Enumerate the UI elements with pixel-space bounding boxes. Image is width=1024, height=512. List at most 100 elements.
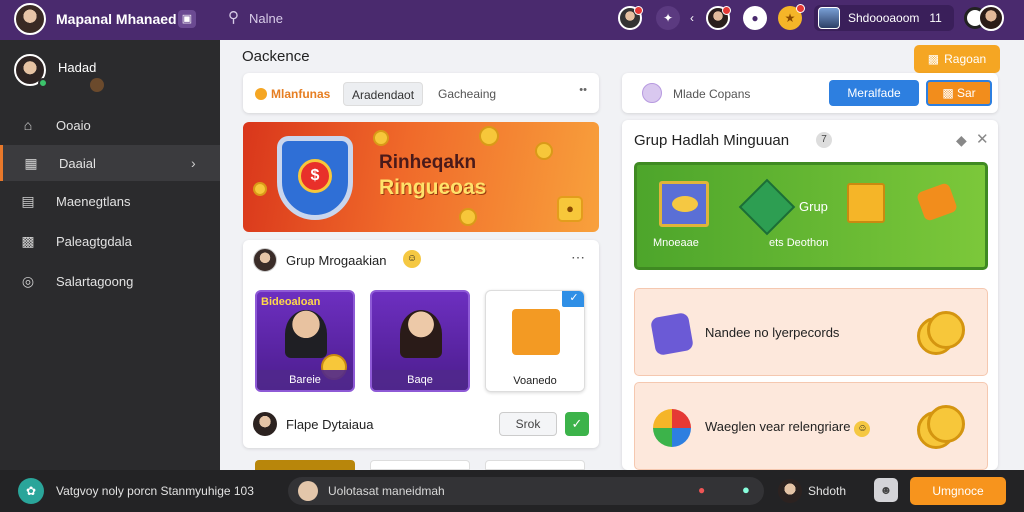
coin-icon [535,142,553,160]
tile-heading: Bideoaloan [261,296,321,308]
online-status-icon [38,78,48,88]
bottom-bar: ✿ Vatgvoy noly porcn Stanmyuhige 103 Uol… [0,470,1024,512]
notification-avatar-icon[interactable] [618,6,643,30]
sidebar-item-documents[interactable]: ▤ Maenegtlans [0,183,220,219]
group-avatar [253,248,277,272]
promo-item[interactable]: Nandee no lyerpecords [634,288,988,376]
coin-icon [255,88,267,100]
secondary-button[interactable]: ▩ Sar [926,80,992,106]
coin-icon [253,182,267,196]
settings-icon[interactable]: ✦ [656,6,680,30]
row-action-button[interactable]: Srok [499,412,557,436]
more-icon[interactable]: •• [579,84,587,96]
banner-caption: Mnoeaae [653,237,699,249]
coins-icon [917,311,967,355]
promo-banner[interactable]: $ Rinheqakn Ringueoas ● [243,122,599,232]
home-icon: ⌂ [23,117,33,133]
dollar-coin-icon: $ [298,159,332,193]
page-title: Oackence [242,48,310,65]
gift-icon [847,183,885,223]
profile-count: 11 [929,11,942,25]
promo-item[interactable]: Waeglen vear relengriare ☺ [634,382,988,470]
member-photo [285,310,327,358]
account-avatar[interactable] [964,5,1004,33]
tile-caption: Voanedo [486,371,584,391]
tab-plain[interactable]: Gacheaing [430,82,504,106]
promo-label: Nandee no lyerpecords [705,325,840,340]
gift-box-icon [512,309,560,355]
wallet-icon[interactable]: ● [557,196,583,222]
message-input[interactable]: Uolotasat maneidmah ● ● [288,477,764,505]
tab-label: Mlanfunas [271,87,331,101]
copy-icon [642,83,662,103]
chevron-right-icon: › [191,155,196,171]
group-title: Grup Mrogaakian [286,253,387,268]
mention-icon[interactable]: ● [698,483,705,497]
sidebar-item-settings[interactable]: ◎ Salartagoong [0,263,220,299]
chat-icon[interactable]: ● [743,6,767,30]
smile-emoji-icon: ☺ [854,421,871,437]
close-icon[interactable]: ✕ [976,130,989,148]
notification-dot [722,6,731,15]
coin-icon [373,130,389,146]
right-toolbar: Mlade Copans Meralfade ▩ Sar [622,73,998,113]
sidebar-item-label: Maenegtlans [56,193,131,209]
status-text: Vatgvoy noly porcn Stanmyuhige 103 [56,484,254,498]
info-icon[interactable]: 7 [816,132,832,148]
input-avatar [298,481,318,501]
top-bar: Mapanal Mhanaed ▣ ⚲ Nalne ✦ ‹ ● ★ Shdooo… [0,0,1024,40]
puzzle-icon [653,409,691,447]
message-icon[interactable]: ▣ [178,10,196,28]
member-tile[interactable]: Bideoaloan Bareie [255,290,355,392]
member-photo [400,310,442,358]
green-reward-banner[interactable]: Grup Mnoeaae ets Deothon [634,162,988,270]
chevron-left-icon[interactable]: ‹ [680,6,704,30]
account-photo [978,5,1004,31]
profile-chip[interactable]: Shdoooaoom 11 [814,5,954,31]
peek-tile [370,460,470,470]
tag-icon[interactable]: ◆ [956,132,967,149]
smile-emoji-icon: ☺ [403,250,421,268]
banner-caption: ets Deothon [769,237,829,249]
coin-icon[interactable]: ★ [778,4,805,30]
sidebar-item-briefcase[interactable]: ▩ Paleagtgdala [0,223,220,259]
bottom-user-avatar[interactable] [778,479,802,503]
sidebar: Hadad ⌂ Ooaio ▦ Daaial › ▤ Maenegtlans ▩… [0,40,220,470]
promo-label-text: Waeglen vear relengriare [705,419,851,434]
check-icon[interactable]: ✓ [565,412,589,436]
cta-button[interactable]: Umgnoce [910,477,1006,505]
coin-icon [479,126,499,146]
chat-bubble-icon[interactable]: ● [742,482,750,497]
top-action-label: Ragoan [944,52,987,66]
group-reward-panel: Grup Hadlah Minguuan 7 ◆ ✕ Grup Mnoeaae … [622,120,998,470]
search-icon[interactable]: ⚲ [228,8,239,26]
briefcase-icon: ▩ [21,233,35,249]
peek-tile [255,460,355,470]
app-title: Mapanal Mhanaed [56,11,177,27]
gem-icon [738,178,796,236]
leaf-icon[interactable]: ✿ [18,478,44,504]
user-notification-icon[interactable] [706,6,731,30]
notification-dot [634,6,643,15]
search-input[interactable]: Nalne [249,11,283,26]
profile-name: Shdoooaoom [848,11,920,25]
member-tile[interactable]: Baqe [370,290,470,392]
tab-active[interactable]: Mlanfunas [247,82,338,106]
tab-pill[interactable]: Aradendaot [343,82,424,106]
main-content: Oackence ▩ Ragoan Mlanfunas Aradendaot G… [220,40,1024,470]
banner-heading: Rinheqakn [379,152,477,173]
settings-icon: ◎ [21,273,35,289]
reward-tile[interactable]: ✓ Voanedo [485,290,585,392]
sidebar-item-home[interactable]: ⌂ Ooaio [0,107,220,143]
sidebar-item-bookmark[interactable]: ▦ Daaial › [0,145,220,181]
more-options-icon[interactable]: ⋯ [571,249,585,266]
promo-label: Waeglen vear relengriare ☺ [705,419,871,437]
user-badge-icon [90,78,104,92]
panel-title: Grup Hadlah Minguuan [634,132,790,149]
primary-button[interactable]: Meralfade [829,80,919,106]
app-avatar[interactable] [14,3,46,35]
top-action-button[interactable]: ▩ Ragoan [914,45,1000,73]
dollar-card-icon [649,311,695,357]
picture-frame-icon [659,181,709,227]
user-icon[interactable]: ☻ [874,478,898,502]
